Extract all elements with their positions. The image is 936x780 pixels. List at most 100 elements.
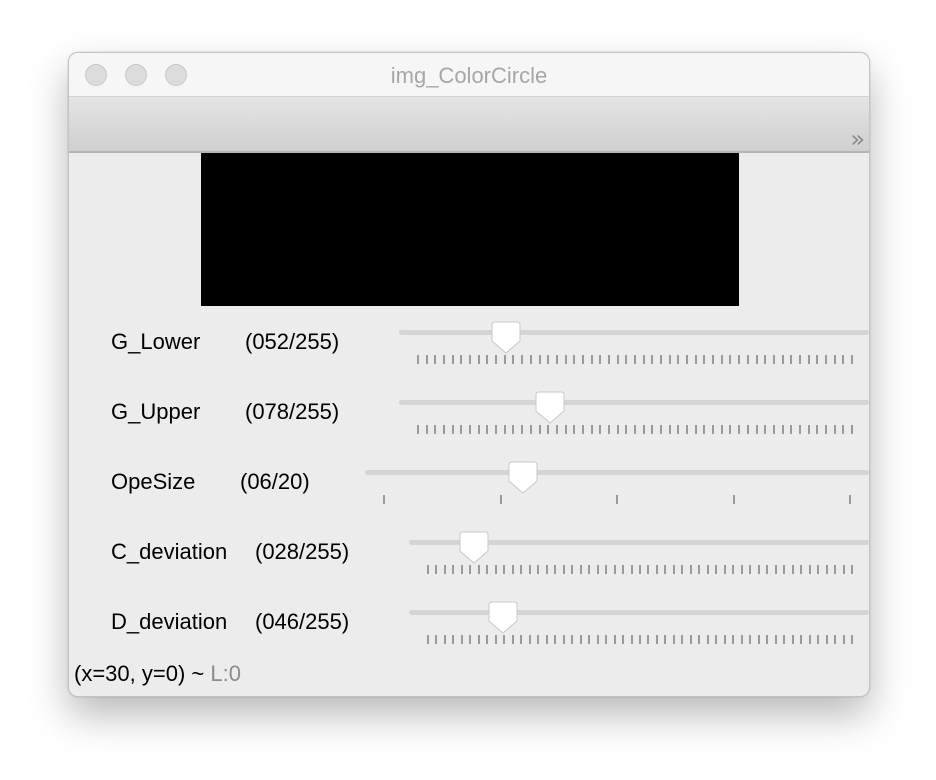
slider-tick — [660, 425, 663, 434]
slider-tick — [807, 355, 810, 364]
slider-tick — [774, 565, 777, 574]
slider-tick — [607, 355, 610, 364]
slider-tick — [452, 565, 455, 574]
slider-tick — [512, 425, 515, 434]
slider-tick — [634, 425, 636, 434]
slider-tick — [808, 565, 811, 574]
slider-thumb-g-lower[interactable] — [491, 321, 521, 355]
slider-tick — [664, 635, 667, 644]
slider-track-d-deviation[interactable] — [409, 610, 869, 615]
slider-tick — [537, 565, 540, 574]
slider-tick — [499, 495, 502, 504]
slider-track-g-upper[interactable] — [399, 400, 869, 405]
slider-tick — [538, 425, 541, 434]
slider-tick — [783, 635, 786, 644]
slider-tick — [562, 635, 565, 644]
slider-tick — [851, 635, 853, 644]
slider-tick — [616, 495, 618, 504]
slider-tick — [732, 565, 735, 574]
slider-tick — [443, 425, 446, 434]
slider-label-opesize: OpeSize — [111, 469, 196, 494]
slider-thumb-opesize[interactable] — [508, 461, 538, 495]
slider-ticks-g-upper — [417, 425, 853, 434]
slider-tick — [503, 425, 506, 434]
slider-tick — [579, 635, 582, 644]
slider-thumb-d-deviation[interactable] — [488, 601, 518, 635]
slider-tick — [613, 565, 616, 574]
slider-tick — [435, 565, 438, 574]
slider-track-g-lower[interactable] — [399, 330, 869, 335]
slider-tick — [755, 355, 758, 364]
slider-value-g-upper: (078/255) — [245, 399, 340, 424]
slider-tick — [655, 565, 658, 574]
slider-tick — [562, 565, 565, 574]
slider-tick — [503, 635, 506, 644]
slider-tick — [545, 635, 548, 644]
window-title: img_ColorCircle — [390, 63, 548, 88]
slider-tick — [425, 355, 428, 364]
slider-tick — [842, 635, 845, 644]
slider-tick — [790, 355, 793, 364]
slider-tick — [477, 355, 480, 364]
slider-tick — [529, 425, 532, 434]
slider-tick — [723, 565, 726, 574]
slider-tick — [824, 355, 827, 364]
slider-tick — [740, 635, 743, 644]
slider-tick — [808, 635, 811, 644]
slider-tick — [672, 565, 675, 574]
slider-tick — [607, 425, 610, 434]
slider-value-c-deviation: (028/255) — [255, 539, 350, 564]
slider-tick — [434, 355, 437, 364]
slider-tick — [834, 565, 837, 574]
slider-tick — [833, 355, 836, 364]
slider-tick — [790, 425, 793, 434]
slider-thumb-c-deviation[interactable] — [459, 531, 489, 565]
slider-tick — [668, 425, 671, 434]
slider-tick — [817, 635, 820, 644]
slider-tick — [417, 355, 419, 364]
slider-tick — [630, 635, 633, 644]
slider-tick — [740, 565, 743, 574]
slider-tick — [772, 355, 775, 364]
slider-tick — [469, 565, 472, 574]
slider-tick — [694, 425, 697, 434]
slider-track-opesize[interactable] — [365, 470, 869, 475]
slider-tick — [512, 355, 515, 364]
slider-tick — [642, 355, 645, 364]
slider-tick — [427, 565, 429, 574]
title-bar[interactable]: img_ColorCircle — [69, 53, 869, 97]
slider-tick — [800, 635, 803, 644]
slider-tick — [383, 495, 385, 504]
slider-tick — [755, 425, 758, 434]
slider-tick — [605, 635, 608, 644]
slider-tick — [596, 565, 599, 574]
slider-tick — [720, 425, 723, 434]
toolbar-overflow-chevron-icon[interactable]: » — [850, 127, 864, 151]
slider-thumb-g-upper[interactable] — [535, 391, 565, 425]
slider-tick — [816, 425, 819, 434]
slider-tick — [495, 425, 498, 434]
slider-tick — [764, 425, 767, 434]
slider-tick — [677, 425, 680, 434]
slider-tick — [528, 565, 531, 574]
slider-tick — [545, 565, 548, 574]
slider-tick — [588, 565, 591, 574]
slider-tick — [443, 635, 446, 644]
slider-tick — [596, 635, 599, 644]
slider-label-g-upper: G_Upper — [111, 399, 201, 424]
image-display — [201, 153, 739, 306]
slider-tick — [451, 355, 454, 364]
slider-tick — [672, 635, 675, 644]
slider-tick — [599, 425, 602, 434]
slider-tick — [443, 565, 446, 574]
slider-tick — [712, 425, 715, 434]
slider-tick — [460, 565, 463, 574]
slider-tick — [757, 635, 760, 644]
slider-tick — [686, 425, 689, 434]
slider-tick — [495, 355, 498, 364]
slider-tick — [664, 565, 667, 574]
slider-tick — [681, 635, 684, 644]
slider-tick — [477, 635, 480, 644]
slider-tick — [749, 565, 752, 574]
slider-tick — [486, 635, 489, 644]
